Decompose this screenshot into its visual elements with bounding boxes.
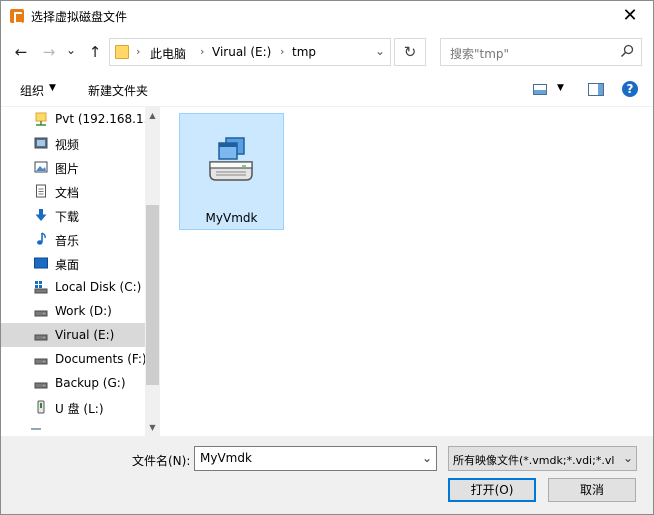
up-button[interactable]: ↑ <box>85 42 105 62</box>
app-logo-icon <box>10 9 24 24</box>
sidebar-scrollbar[interactable]: ▲ ▼ <box>145 107 159 436</box>
sidebar-item-backup-g[interactable]: Backup (G:) <box>1 371 145 395</box>
title-bar: 选择虚拟磁盘文件 ✕ <box>1 1 653 32</box>
virtual-disk-icon <box>209 137 253 181</box>
navigation-pane: Pvt (192.168.1.1 视频 图片 <box>1 107 160 436</box>
picture-icon <box>34 161 48 173</box>
refresh-button[interactable]: ↻ <box>394 38 426 66</box>
sidebar-item-label: 下载 <box>55 210 80 224</box>
sidebar-item-partial <box>1 428 145 436</box>
sidebar-item-pictures[interactable]: 图片 <box>1 155 145 179</box>
preview-pane-icon[interactable] <box>588 83 604 96</box>
view-options-caret-icon[interactable]: ▼ <box>557 83 564 93</box>
help-icon[interactable]: ? <box>622 81 638 97</box>
breadcrumb-separator: › <box>280 45 285 58</box>
drive-icon <box>34 334 48 341</box>
command-bar: 组织 ▼ 新建文件夹 ▼ ? <box>1 72 653 107</box>
drive-icon <box>34 310 48 317</box>
filename-dropdown-icon[interactable]: ⌄ <box>422 451 432 465</box>
address-dropdown-button[interactable]: ⌄ <box>375 44 385 58</box>
sidebar-item-label: 桌面 <box>55 258 80 272</box>
file-type-dropdown-icon[interactable]: ⌄ <box>623 451 633 465</box>
organize-caret-icon: ▼ <box>49 83 56 93</box>
history-dropdown-button[interactable]: ⌄ <box>61 40 81 60</box>
sidebar-item-local-disk-c[interactable]: Local Disk (C:) <box>1 275 145 299</box>
sidebar-item-desktop[interactable]: 桌面 <box>1 251 145 275</box>
breadcrumb-separator: › <box>200 45 205 58</box>
filename-input[interactable]: MyVmdk ⌄ <box>194 446 437 471</box>
file-name-label: MyVmdk <box>205 211 258 225</box>
sidebar-item-usb-l[interactable]: U 盘 (L:) <box>1 395 145 419</box>
file-type-value: 所有映像文件(*.vmdk;*.vdi;*.vl <box>453 454 615 467</box>
folder-icon <box>115 45 129 59</box>
breadcrumb-virual-drive[interactable]: Virual (E:) <box>212 45 271 59</box>
usb-drive-icon <box>37 400 45 414</box>
breadcrumb-tmp[interactable]: tmp <box>292 45 316 59</box>
search-placeholder: 搜索"tmp" <box>450 47 510 61</box>
organize-button[interactable]: 组织 <box>20 82 44 99</box>
sidebar-item-virual-e[interactable]: Virual (E:) <box>1 323 145 347</box>
music-icon <box>37 232 46 245</box>
sidebar-item-label: Work (D:) <box>55 304 112 318</box>
file-type-select[interactable]: 所有映像文件(*.vmdk;*.vdi;*.vl ⌄ <box>448 446 637 471</box>
close-button[interactable]: ✕ <box>607 1 653 32</box>
sidebar-item-video[interactable]: 视频 <box>1 131 145 155</box>
desktop-icon <box>34 257 48 269</box>
drive-icon <box>34 382 48 389</box>
sidebar-item-music[interactable]: 音乐 <box>1 227 145 251</box>
back-button[interactable]: ← <box>11 42 31 62</box>
network-drive-icon <box>35 112 47 126</box>
scroll-up-button[interactable]: ▲ <box>145 107 159 124</box>
filename-label: 文件名(N): <box>132 454 191 468</box>
download-icon <box>35 209 47 221</box>
new-folder-button[interactable]: 新建文件夹 <box>88 82 148 99</box>
cancel-button[interactable]: 取消 <box>548 478 636 502</box>
dialog-footer: 文件名(N): MyVmdk ⌄ 所有映像文件(*.vmdk;*.vdi;*.v… <box>1 436 653 514</box>
system-drive-icon <box>34 281 48 294</box>
file-dialog: 选择虚拟磁盘文件 ✕ ← → ⌄ ↑ › 此电脑 › Virual (E:) ›… <box>0 0 654 515</box>
open-button[interactable]: 打开(O) <box>448 478 536 502</box>
forward-button[interactable]: → <box>39 42 59 62</box>
sidebar-item-label: 视频 <box>55 138 80 152</box>
sidebar-item-label: 图片 <box>55 162 80 176</box>
sidebar-item-label: 文档 <box>55 186 80 200</box>
file-item-myvmdk[interactable]: MyVmdk <box>179 113 284 230</box>
change-view-icon[interactable] <box>533 84 547 95</box>
sidebar-item-documents[interactable]: 文档 <box>1 179 145 203</box>
search-input[interactable]: 搜索"tmp" <box>440 38 642 66</box>
sidebar-item-label: 音乐 <box>55 234 80 248</box>
filename-value: MyVmdk <box>200 451 252 465</box>
sidebar-item-work-d[interactable]: Work (D:) <box>1 299 145 323</box>
sidebar-item-label: Documents (F:) <box>55 352 145 366</box>
document-icon <box>36 184 46 198</box>
file-list: MyVmdk <box>161 107 653 436</box>
address-bar[interactable]: › 此电脑 › Virual (E:) › tmp ⌄ <box>109 38 391 66</box>
navigation-bar: ← → ⌄ ↑ › 此电脑 › Virual (E:) › tmp ⌄ ↻ 搜索… <box>1 32 653 72</box>
sidebar-item-label: Backup (G:) <box>55 376 126 390</box>
search-icon[interactable] <box>620 44 634 58</box>
drive-icon <box>34 358 48 365</box>
sidebar-item-pvt[interactable]: Pvt (192.168.1.1 <box>1 107 145 131</box>
video-icon <box>34 137 48 149</box>
sidebar-item-label: Pvt (192.168.1.1 <box>55 112 145 126</box>
sidebar-item-label: Virual (E:) <box>55 328 115 342</box>
sidebar-item-documents-f[interactable]: Documents (F:) <box>1 347 145 371</box>
sidebar-item-label: Local Disk (C:) <box>55 280 142 294</box>
sidebar-item-downloads[interactable]: 下载 <box>1 203 145 227</box>
scroll-thumb[interactable] <box>146 205 159 385</box>
breadcrumb-separator: › <box>136 45 141 58</box>
breadcrumb-this-pc[interactable]: 此电脑 <box>150 45 186 62</box>
window-title: 选择虚拟磁盘文件 <box>31 10 128 24</box>
sidebar-item-label: U 盘 (L:) <box>55 402 104 416</box>
scroll-down-button[interactable]: ▼ <box>145 419 159 436</box>
